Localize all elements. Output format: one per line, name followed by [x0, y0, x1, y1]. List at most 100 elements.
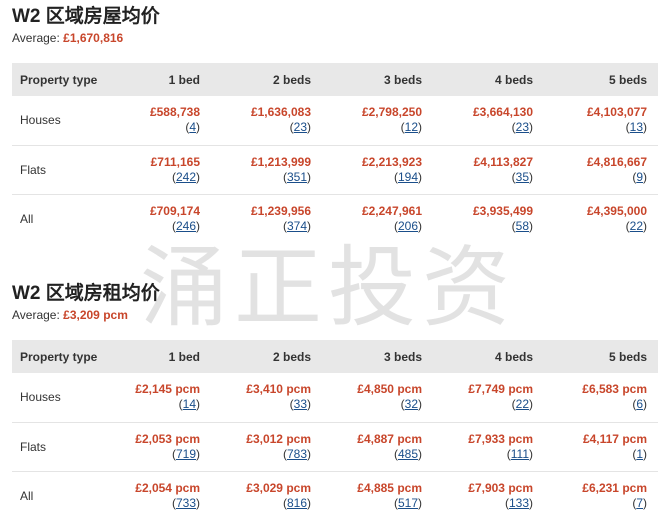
listing-count-link[interactable]: 35: [516, 170, 529, 184]
header-5-beds: 5 beds: [608, 72, 647, 87]
listing-count: (133): [504, 495, 533, 510]
average-price: £4,816,667: [586, 154, 647, 169]
price-cell: £1,239,956 (374): [211, 194, 322, 243]
average-price: £588,738: [149, 105, 200, 120]
listing-count-link[interactable]: 242: [176, 170, 196, 184]
listing-count-link[interactable]: 206: [398, 219, 418, 233]
average-price: £2,213,923: [361, 154, 422, 169]
listing-count-link[interactable]: 485: [398, 447, 418, 461]
average-price: £7,933 pcm: [468, 431, 533, 446]
listing-count-link[interactable]: 23: [294, 120, 307, 134]
listing-count-link[interactable]: 1: [636, 447, 643, 461]
listing-count: (13): [625, 120, 647, 135]
listing-count: (485): [393, 446, 422, 461]
table-row: Flats £2,053 pcm (719) £3,012 pcm (783) £4,88…: [12, 422, 658, 471]
listing-count: (22): [511, 397, 533, 412]
price-cell: £6,583 pcm (6): [544, 373, 658, 422]
listing-count: (111): [506, 446, 533, 461]
listing-count-link[interactable]: 7: [636, 496, 643, 510]
average-price: £7,749 pcm: [468, 382, 533, 397]
price-cell: £2,053 pcm (719): [116, 422, 211, 471]
listing-count: (719): [171, 446, 200, 461]
average-price: £709,174: [149, 203, 200, 218]
table-row: Houses £588,738 (4) £1,636,083 (23) £2,798,25…: [12, 96, 658, 145]
header-1-bed: 1 bed: [168, 72, 200, 87]
price-cell: £4,887 pcm (485): [322, 422, 433, 471]
listing-count: (733): [171, 495, 200, 510]
listing-count-link[interactable]: 246: [176, 219, 196, 233]
price-cell: £7,749 pcm (22): [433, 373, 544, 422]
listing-count-link[interactable]: 32: [405, 397, 418, 411]
sale-title: W2 区域房屋均价: [12, 6, 160, 27]
listing-count-link[interactable]: 58: [516, 219, 529, 233]
average-price: £2,145 pcm: [135, 382, 200, 397]
header-3-beds: 3 beds: [383, 349, 422, 364]
price-cell: £1,636,083 (23): [211, 96, 322, 145]
average-price: £6,583 pcm: [582, 382, 647, 397]
listing-count-link[interactable]: 111: [511, 447, 529, 461]
listing-count-link[interactable]: 33: [294, 397, 307, 411]
listing-count-link[interactable]: 6: [636, 397, 643, 411]
average-price: £1,636,083: [250, 105, 311, 120]
listing-count-link[interactable]: 13: [630, 120, 643, 134]
listing-count: (206): [393, 218, 422, 233]
row-property-type: Flats: [20, 162, 47, 177]
rent-average-label: Average:: [12, 308, 60, 322]
row-property-type: All: [20, 488, 34, 503]
header-3-beds: 3 beds: [383, 72, 422, 87]
listing-count-link[interactable]: 194: [398, 170, 418, 184]
rent-average-value: £3,209 pcm: [63, 308, 128, 322]
listing-count: (246): [171, 218, 200, 233]
price-cell: £3,029 pcm (816): [211, 471, 322, 520]
price-cell: £7,933 pcm (111): [433, 422, 544, 471]
price-cell: £4,816,667 (9): [544, 145, 658, 194]
price-cell: £2,247,961 (206): [322, 194, 433, 243]
average-price: £4,395,000: [586, 203, 647, 218]
listing-count-link[interactable]: 4: [189, 120, 196, 134]
listing-count-link[interactable]: 23: [516, 120, 529, 134]
listing-count-link[interactable]: 12: [405, 120, 418, 134]
row-property-type: Houses: [20, 390, 61, 405]
listing-count-link[interactable]: 14: [183, 397, 196, 411]
listing-count: (374): [282, 218, 311, 233]
price-cell: £4,113,827 (35): [433, 145, 544, 194]
listing-count: (517): [393, 495, 422, 510]
table-row: All £709,174 (246) £1,239,956 (374) £2,247,96…: [12, 194, 658, 243]
listing-count: (351): [282, 169, 311, 184]
listing-count-link[interactable]: 374: [287, 219, 307, 233]
header-2-beds: 2 beds: [272, 72, 311, 87]
header-property-type: Property type: [20, 349, 98, 364]
listing-count: (783): [282, 446, 311, 461]
price-cell: £4,103,077 (13): [544, 96, 658, 145]
listing-count-link[interactable]: 22: [516, 397, 529, 411]
average-price: £3,410 pcm: [246, 382, 311, 397]
listing-count-link[interactable]: 783: [287, 447, 307, 461]
listing-count-link[interactable]: 719: [176, 447, 196, 461]
listing-count-link[interactable]: 351: [287, 170, 307, 184]
listing-count-link[interactable]: 9: [636, 170, 643, 184]
price-cell: £3,664,130 (23): [433, 96, 544, 145]
listing-count-link[interactable]: 816: [287, 496, 307, 510]
listing-count-link[interactable]: 133: [509, 496, 529, 510]
average-price: £1,213,999: [250, 154, 311, 169]
listing-count: (12): [400, 120, 422, 135]
listing-count: (1): [632, 446, 647, 461]
table-row: Flats £711,165 (242) £1,213,999 (351) £2,213,…: [12, 145, 658, 194]
average-price: £3,029 pcm: [246, 480, 311, 495]
listing-count: (58): [511, 218, 533, 233]
header-1-bed: 1 bed: [168, 349, 200, 364]
average-price: £4,117 pcm: [582, 431, 647, 446]
listing-count-link[interactable]: 22: [630, 219, 643, 233]
price-cell: £2,054 pcm (733): [116, 471, 211, 520]
listing-count: (7): [632, 495, 647, 510]
table-header-row: Property type 1 bed 2 beds 3 beds 4 beds…: [12, 63, 658, 96]
header-2-beds: 2 beds: [272, 349, 311, 364]
sale-section: W2 区域房屋均价 Average: £1,670,816 Property t…: [12, 4, 658, 243]
average-price: £6,231 pcm: [582, 480, 647, 495]
listing-count-link[interactable]: 517: [398, 496, 418, 510]
header-5-beds: 5 beds: [608, 349, 647, 364]
listing-count: (33): [289, 397, 311, 412]
price-cell: £7,903 pcm (133): [433, 471, 544, 520]
listing-count-link[interactable]: 733: [176, 496, 196, 510]
rent-section: W2 区域房租均价 Average: £3,209 pcm Property t…: [12, 281, 658, 520]
